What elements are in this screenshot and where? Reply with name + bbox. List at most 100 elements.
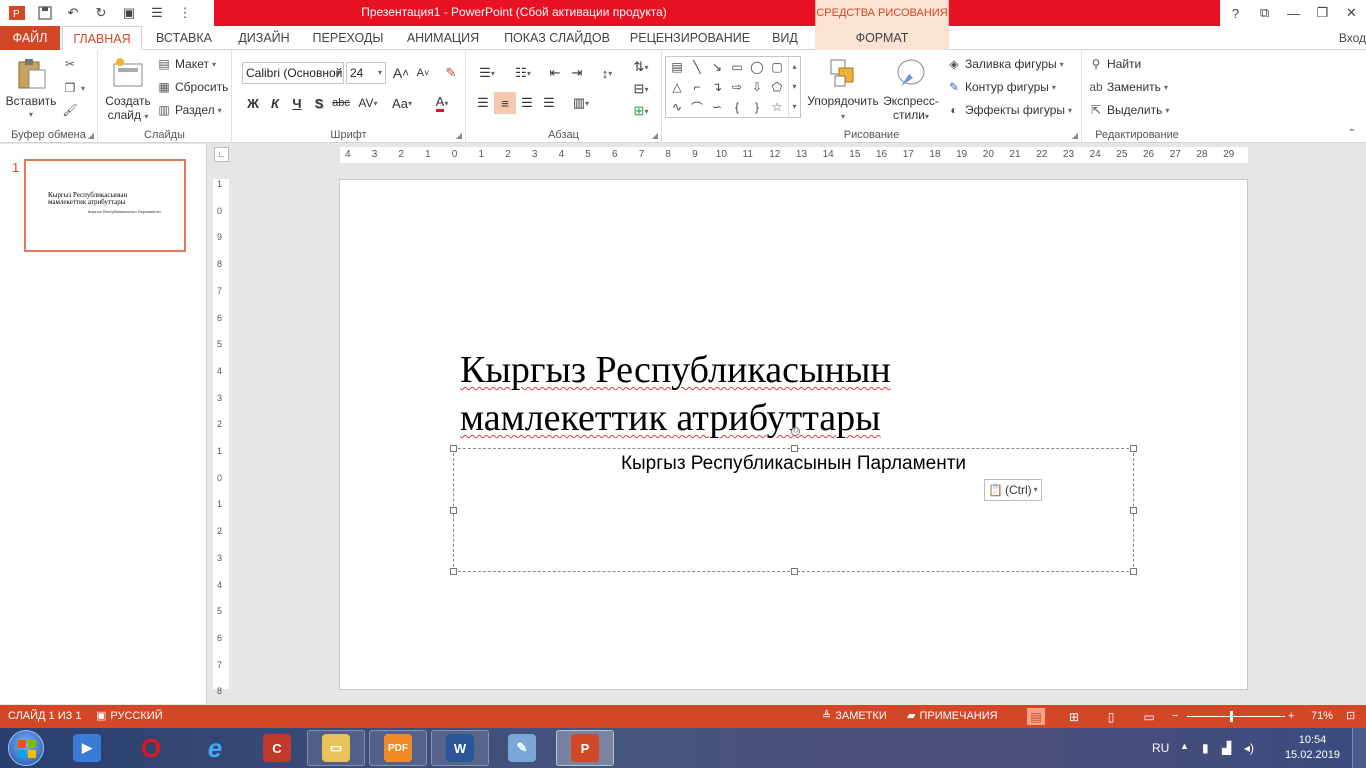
right-brace-shape-icon[interactable]: } <box>748 98 766 116</box>
powerpoint-logo-icon[interactable]: P <box>6 2 28 24</box>
copy-button[interactable]: ❐ ▾ <box>62 78 85 98</box>
quick-styles-button[interactable]: Экспресс- стили▾ <box>880 56 942 124</box>
right-arrow-shape-icon[interactable]: ⇨ <box>728 78 746 96</box>
align-right-button[interactable]: ☰ <box>516 92 538 114</box>
curve-shape-icon[interactable]: ∽ <box>708 98 726 116</box>
collapse-ribbon-icon[interactable]: ⌃ <box>1348 128 1356 139</box>
language-indicator[interactable]: ▣ РУССКИЙ <box>96 705 163 728</box>
notes-button[interactable]: ≜ ЗАМЕТКИ <box>822 705 887 728</box>
bold-button[interactable]: Ж <box>242 92 264 114</box>
character-spacing-button[interactable]: AV ▾ <box>354 92 382 114</box>
input-language[interactable]: RU <box>1152 741 1169 755</box>
cut-button[interactable]: ✂ <box>62 54 78 74</box>
subtitle-placeholder[interactable]: ↻ Кыргыз Республикасынын Парламенти 📋 (C… <box>450 427 1137 575</box>
underline-button[interactable]: Ч <box>286 92 308 114</box>
tab-view[interactable]: ВИД <box>764 26 806 50</box>
tab-format[interactable]: ФОРМАТ <box>815 26 949 50</box>
gallery-scroll[interactable]: ▴ ▾ ▾ <box>788 57 800 117</box>
more-commands-icon[interactable]: ⋮ <box>174 2 196 24</box>
justify-button[interactable]: ☰ <box>538 92 560 114</box>
arrow-line-shape-icon[interactable]: ↘ <box>708 58 726 76</box>
replace-button[interactable]: ab Заменить ▾ <box>1088 77 1168 97</box>
minimize-button[interactable]: — <box>1279 0 1308 26</box>
align-text-button[interactable]: ⊟ ▾ <box>626 78 656 100</box>
font-launcher-icon[interactable]: ◢ <box>456 131 462 140</box>
resize-handle-bottom[interactable] <box>791 568 798 575</box>
resize-handle-left[interactable] <box>450 507 457 514</box>
tab-selector[interactable]: ∟ <box>214 147 229 162</box>
shape-effects-button[interactable]: ◐ Эффекты фигуры ▾ <box>946 100 1072 120</box>
fit-slide-button[interactable]: ⊡ <box>1346 705 1355 728</box>
slide-canvas[interactable]: Кыргыз Республикасынын мамлекеттик атриб… <box>339 179 1248 690</box>
zoom-slider-thumb[interactable] <box>1230 711 1234 722</box>
resize-handle-bottom-right[interactable] <box>1130 568 1137 575</box>
tab-design[interactable]: ДИЗАЙН <box>228 26 300 50</box>
help-button[interactable]: ? <box>1221 0 1250 26</box>
tab-slide-show[interactable]: ПОКАЗ СЛАЙДОВ <box>498 26 616 50</box>
taskbar-ccleaner[interactable]: C <box>248 730 306 766</box>
align-left-button[interactable]: ☰ <box>472 92 494 114</box>
shapes-gallery[interactable]: ▤ ╲ ↘ ▭ ◯ ▢ △ ⌐ ↴ ⇨ ⇩ ⬠ ∿ ⌒ ∽ { } ☆ ▴ ▾ ▾ <box>665 56 801 118</box>
font-name-combo[interactable]: Calibri (Основной ▾ <box>242 62 344 84</box>
resize-handle-right[interactable] <box>1130 507 1137 514</box>
format-painter-button[interactable]: 🖌 <box>62 100 78 120</box>
save-icon[interactable] <box>34 2 56 24</box>
resize-handle-top-left[interactable] <box>450 445 457 452</box>
left-brace-shape-icon[interactable]: { <box>728 98 746 116</box>
text-shadow-button[interactable]: S <box>308 92 330 114</box>
battery-icon[interactable]: ▮ <box>1202 741 1209 755</box>
elbow-arrow-shape-icon[interactable]: ↴ <box>708 78 726 96</box>
shrink-font-button[interactable]: A ˅ <box>412 62 434 84</box>
horizontal-ruler[interactable]: 4 3 2 1 0 1 2 3 4 5 6 7 8 9 10 11 12 13 14 15 16 17 18 19 20 21 22… <box>340 147 1248 163</box>
arrange-button[interactable]: Упорядочить ▾ <box>806 56 880 124</box>
change-case-button[interactable]: Aa ▾ <box>388 92 416 114</box>
shape-fill-button[interactable]: ◈ Заливка фигуры ▾ <box>946 54 1063 74</box>
tab-home[interactable]: ГЛАВНАЯ <box>62 26 142 50</box>
network-signal-icon[interactable]: ▟ <box>1222 741 1231 755</box>
find-button[interactable]: ⚲ Найти <box>1088 54 1142 74</box>
tab-animations[interactable]: АНИМАЦИЯ <box>398 26 488 50</box>
resize-handle-top-right[interactable] <box>1130 445 1137 452</box>
strikethrough-button[interactable]: abc <box>330 92 352 114</box>
taskbar-word[interactable]: W <box>431 730 489 766</box>
slide-sorter-button[interactable]: ⊞ <box>1065 708 1083 725</box>
text-direction-button[interactable]: ⇅ ▾ <box>626 56 656 78</box>
taskbar-foxit-pdf[interactable]: PDF <box>369 730 427 766</box>
curved-connector-shape-icon[interactable]: ∿ <box>668 98 686 116</box>
smartart-button[interactable]: ⊞ ▾ <box>626 100 656 122</box>
redo-icon[interactable]: ↻ <box>90 2 112 24</box>
taskbar-media-player[interactable]: ▶ <box>58 730 116 766</box>
clipboard-launcher-icon[interactable]: ◢ <box>88 131 94 140</box>
tab-review[interactable]: РЕЦЕНЗИРОВАНИЕ <box>626 26 754 50</box>
line-spacing-button[interactable]: ↕ ▾ <box>592 62 622 84</box>
clock[interactable]: 10:54 15.02.2019 <box>1285 733 1340 763</box>
bullets-button[interactable]: ☰ ▾ <box>472 62 502 84</box>
decrease-indent-button[interactable]: ⇤ <box>544 62 566 84</box>
freeform-shape-icon[interactable]: ⬠ <box>768 78 786 96</box>
ribbon-display-options-button[interactable]: ⧉ <box>1250 0 1279 26</box>
subtitle-text[interactable]: Кыргыз Республикасынын Парламенти <box>454 453 1133 475</box>
undo-icon[interactable]: ↶ <box>62 2 84 24</box>
increase-indent-button[interactable]: ⇥ <box>566 62 588 84</box>
paste-button[interactable]: Вставить ▾ <box>4 56 58 122</box>
oval-shape-icon[interactable]: ◯ <box>748 58 766 76</box>
star-shape-icon[interactable]: ☆ <box>768 98 786 116</box>
layout-button[interactable]: ▤ Макет ▾ <box>156 54 216 74</box>
line-shape-icon[interactable]: ╲ <box>688 58 706 76</box>
show-hidden-icons-icon[interactable]: ▲ <box>1180 741 1189 751</box>
columns-button[interactable]: ▥ ▾ <box>566 92 596 114</box>
normal-view-button[interactable]: ▤ <box>1027 708 1045 725</box>
resize-handle-top[interactable] <box>791 445 798 452</box>
customize-qat-icon[interactable]: ☰ <box>146 2 168 24</box>
reset-button[interactable]: ▦ Сбросить <box>156 77 228 97</box>
show-desktop-button[interactable] <box>1352 728 1366 768</box>
font-color-button[interactable]: A ▾ <box>428 92 456 114</box>
taskbar-powerpoint[interactable]: P <box>556 730 614 766</box>
section-button[interactable]: ▥ Раздел ▾ <box>156 100 221 120</box>
reading-view-button[interactable]: ▯ <box>1102 708 1120 725</box>
arc-shape-icon[interactable]: ⌒ <box>688 98 706 116</box>
select-button[interactable]: ⇱ Выделить ▾ <box>1088 100 1169 120</box>
taskbar-internet-explorer[interactable]: e <box>186 730 244 766</box>
zoom-level[interactable]: 71% <box>1311 705 1333 728</box>
slide-thumbnail[interactable]: Кыргыз Республикасынын мамлекеттик атриб… <box>24 159 186 252</box>
